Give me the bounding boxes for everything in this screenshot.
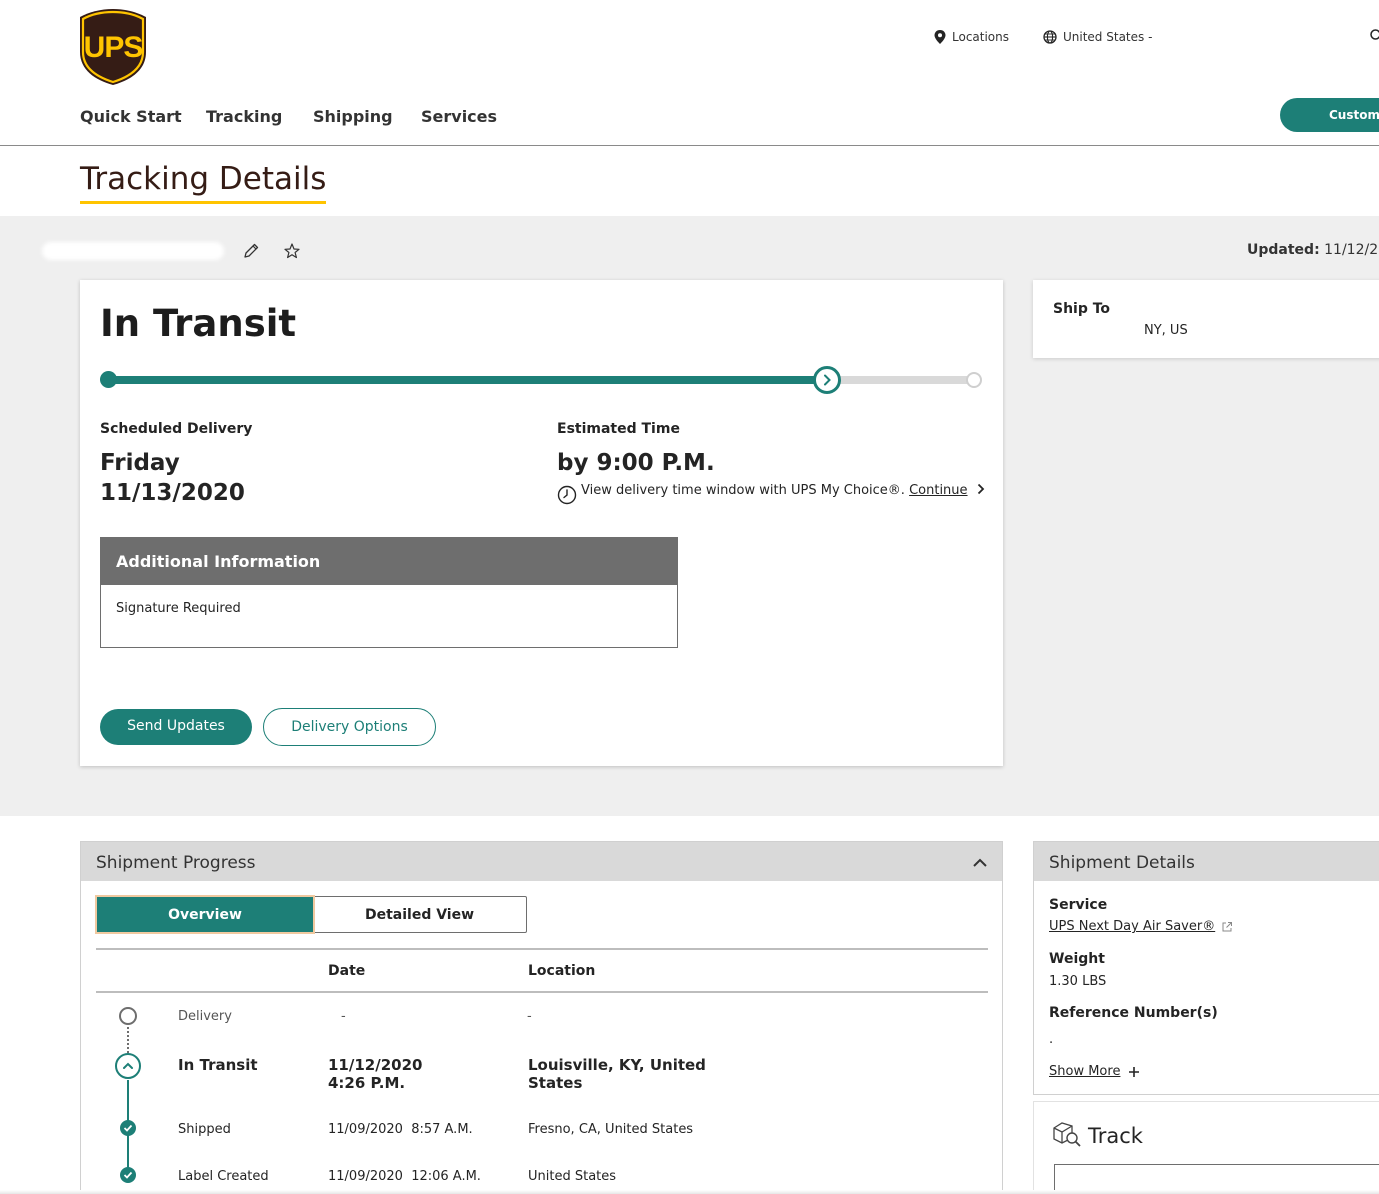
clock-icon	[557, 485, 577, 505]
column-header-location: Location	[528, 963, 596, 979]
show-more-button[interactable]: Show More	[1049, 1064, 1140, 1079]
chevron-up-icon[interactable]	[972, 857, 988, 869]
reference-label: Reference Number(s)	[1049, 1005, 1218, 1021]
nav-shipping[interactable]: Shipping	[313, 107, 393, 126]
row-status: Label Created	[178, 1169, 269, 1184]
row-status: In Transit	[178, 1056, 258, 1074]
check-icon	[123, 1171, 133, 1179]
status-card: In Transit Scheduled Delivery Friday 11/…	[80, 280, 1003, 766]
ups-logo[interactable]: UPS	[79, 8, 147, 86]
row-date: 11/09/2020 12:06 A.M.	[328, 1169, 481, 1184]
globe-icon	[1043, 30, 1057, 44]
timeline-current-circle	[115, 1053, 141, 1079]
plus-icon	[1129, 1066, 1140, 1077]
shipment-progress-header[interactable]: Shipment Progress	[81, 842, 1002, 881]
search-icon[interactable]	[1370, 28, 1379, 42]
weight-label: Weight	[1049, 951, 1105, 967]
scheduled-date: 11/13/2020	[100, 480, 245, 506]
tab-overview[interactable]: Overview	[97, 897, 313, 932]
timeline-open-circle	[119, 1007, 137, 1025]
row-location: Fresno, CA, United States	[528, 1122, 694, 1137]
send-updates-button[interactable]: Send Updates	[100, 709, 252, 745]
package-search-icon	[1053, 1122, 1081, 1147]
service-value: UPS Next Day Air Saver®	[1049, 919, 1216, 934]
table-top-rule	[96, 948, 988, 950]
mychoice-message: View delivery time window with UPS My Ch…	[581, 483, 905, 498]
logo-text: UPS	[84, 31, 143, 64]
shipment-progress-title: Shipment Progress	[96, 853, 256, 873]
ship-to-card: Ship To NY, US	[1033, 280, 1379, 358]
nav-tracking[interactable]: Tracking	[206, 107, 282, 126]
progress-end-dot	[966, 372, 982, 388]
star-icon[interactable]	[283, 242, 301, 260]
progress-fill	[108, 376, 827, 384]
chevron-up-icon	[123, 1062, 133, 1069]
page-title: Tracking Details	[80, 160, 327, 204]
row-time: 4:26 P.M.	[328, 1074, 406, 1092]
status-title: In Transit	[100, 302, 297, 345]
updated-label: Updated:	[1247, 242, 1320, 258]
check-icon	[123, 1124, 133, 1132]
row-status: Delivery	[178, 1009, 232, 1024]
nav-services[interactable]: Services	[421, 107, 497, 126]
country-selector[interactable]: United States -	[1043, 30, 1152, 44]
chevron-right-icon	[824, 374, 831, 386]
continue-link[interactable]: Continue	[909, 483, 967, 498]
progress-start-dot	[100, 371, 117, 388]
shipment-details-title: Shipment Details	[1049, 853, 1195, 873]
estimated-time-value: by 9:00 P.M.	[557, 450, 715, 476]
mychoice-text: View delivery time window with UPS My Ch…	[581, 483, 986, 498]
nav-quick-start[interactable]: Quick Start	[80, 107, 182, 126]
shipment-details-panel: Shipment Details Service UPS Next Day Ai…	[1033, 841, 1379, 1095]
row-date: 11/12/2020	[328, 1056, 423, 1074]
delivery-options-button[interactable]: Delivery Options	[263, 708, 436, 746]
header-divider	[0, 145, 1379, 146]
redacted-tracking-number	[42, 242, 224, 260]
track-panel: Track	[1033, 1101, 1379, 1194]
pencil-icon[interactable]	[242, 242, 260, 260]
locations-label: Locations	[952, 30, 1010, 44]
row-date: 11/09/2020 8:57 A.M.	[328, 1122, 473, 1137]
table-header-rule	[96, 991, 988, 993]
progress-current-marker	[813, 366, 841, 394]
country-label: United States -	[1063, 30, 1153, 44]
view-toggle: Overview Detailed View	[96, 896, 527, 933]
shipment-progress-panel: Shipment Progress Overview Detailed View…	[80, 841, 1003, 1194]
weight-value: 1.30 LBS	[1049, 974, 1107, 989]
column-header-date: Date	[328, 963, 366, 979]
reference-value: .	[1049, 1032, 1054, 1047]
row-location: United States	[528, 1169, 617, 1184]
row-date: -	[341, 1009, 346, 1024]
row-location-cont: States	[528, 1074, 583, 1092]
locations-link[interactable]: Locations	[934, 30, 1009, 44]
timeline-done-circle	[120, 1167, 136, 1183]
ship-to-label: Ship To	[1053, 301, 1111, 317]
additional-information-title: Additional Information	[101, 538, 677, 585]
page-bottom-shadow	[0, 1190, 1379, 1194]
timeline-done-circle	[120, 1120, 136, 1136]
location-pin-icon	[934, 30, 946, 44]
chevron-right-icon	[977, 483, 984, 495]
shipment-details-header: Shipment Details	[1034, 842, 1379, 881]
show-more-label: Show More	[1049, 1064, 1121, 1079]
service-label: Service	[1049, 897, 1108, 913]
additional-information-body: Signature Required	[116, 601, 241, 616]
row-location: -	[527, 1009, 532, 1024]
estimated-time-label: Estimated Time	[557, 421, 680, 437]
row-location: Louisville, KY, United	[528, 1056, 706, 1074]
customer-button[interactable]: Customer	[1280, 98, 1379, 132]
scheduled-delivery-label: Scheduled Delivery	[100, 421, 253, 437]
updated-value: 11/12/202	[1324, 242, 1379, 258]
scheduled-day: Friday	[100, 450, 180, 476]
additional-information-box: Additional Information Signature Require…	[100, 537, 678, 648]
timeline-dotted-connector	[127, 1027, 129, 1053]
updated-timestamp: Updated: 11/12/202	[1247, 242, 1379, 258]
track-title: Track	[1088, 1124, 1143, 1148]
row-status: Shipped	[178, 1122, 231, 1137]
ship-to-location: NY, US	[1144, 323, 1188, 338]
service-link[interactable]: UPS Next Day Air Saver®	[1049, 919, 1233, 934]
tab-detailed-view[interactable]: Detailed View	[313, 897, 526, 932]
external-link-icon	[1222, 921, 1233, 931]
